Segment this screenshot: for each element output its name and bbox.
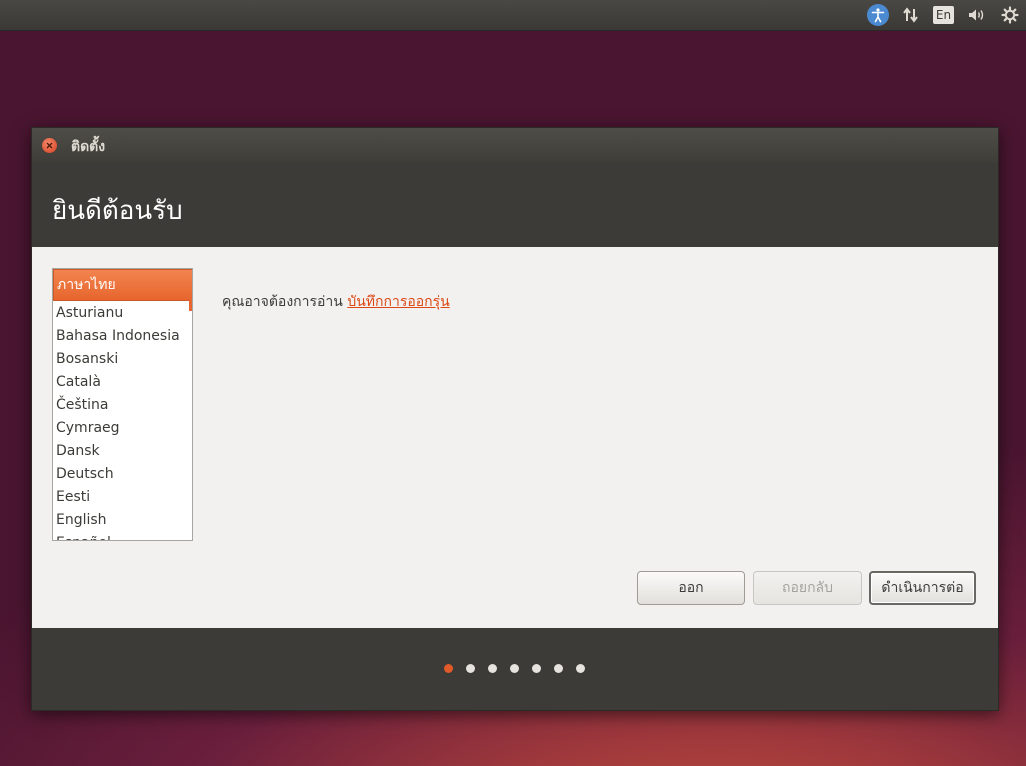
- release-notes-link[interactable]: บันทึกการออกรุ่น: [347, 294, 449, 310]
- close-button[interactable]: [42, 138, 57, 153]
- language-item[interactable]: Asturianu: [53, 302, 192, 325]
- language-item[interactable]: Català: [53, 371, 192, 394]
- progress-dot: [510, 664, 519, 673]
- language-item[interactable]: Bosanski: [53, 348, 192, 371]
- language-item[interactable]: Dansk: [53, 440, 192, 463]
- language-item-selected[interactable]: ภาษาไทย: [53, 269, 192, 301]
- language-item[interactable]: Eesti: [53, 486, 192, 509]
- session-menu[interactable]: [993, 0, 1026, 30]
- installer-window: ติดตั้ง ยินดีต้อนรับ ภาษาไทย Asturianu B…: [31, 127, 999, 711]
- progress-footer: [32, 628, 998, 710]
- progress-dots: [444, 664, 585, 673]
- accessibility-menu[interactable]: [861, 0, 894, 30]
- settings-gear-icon: [1000, 6, 1019, 24]
- list-scrollbar[interactable]: [189, 299, 192, 311]
- page-title: ยินดีต้อนรับ: [52, 196, 183, 226]
- top-panel: En: [0, 0, 1026, 31]
- progress-dot-active: [444, 664, 453, 673]
- progress-dot: [466, 664, 475, 673]
- volume-icon: [968, 9, 983, 21]
- release-notes-prefix: คุณอาจต้องการอ่าน: [222, 294, 343, 310]
- language-item[interactable]: English: [53, 509, 192, 532]
- continue-button[interactable]: ดำเนินการต่อ: [869, 571, 976, 605]
- volume-menu[interactable]: [960, 0, 993, 30]
- language-item[interactable]: Español: [53, 532, 192, 540]
- accessibility-icon: [866, 4, 889, 26]
- progress-dot: [488, 664, 497, 673]
- window-title: ติดตั้ง: [71, 139, 106, 155]
- release-notes-line: คุณอาจต้องการอ่าน บันทึกการออกรุ่น: [222, 291, 450, 313]
- progress-dot: [576, 664, 585, 673]
- language-list[interactable]: ภาษาไทย Asturianu Bahasa Indonesia Bosan…: [52, 268, 193, 541]
- network-icon: [902, 7, 918, 23]
- progress-dot: [554, 664, 563, 673]
- close-icon: [46, 142, 53, 149]
- progress-dot: [532, 664, 541, 673]
- system-tray: En: [861, 0, 1026, 30]
- network-menu[interactable]: [894, 0, 927, 30]
- language-item[interactable]: Deutsch: [53, 463, 192, 486]
- language-item[interactable]: Čeština: [53, 394, 192, 417]
- window-titlebar: ติดตั้ง: [32, 128, 998, 163]
- quit-button[interactable]: ออก: [637, 571, 745, 605]
- back-button[interactable]: ถอยกลับ: [753, 571, 862, 605]
- language-item[interactable]: Bahasa Indonesia: [53, 325, 192, 348]
- keyboard-layout-menu[interactable]: En: [927, 0, 960, 30]
- language-item[interactable]: Cymraeg: [53, 417, 192, 440]
- keyboard-layout-icon: En: [932, 6, 955, 24]
- page-header: ยินดีต้อนรับ: [32, 163, 998, 247]
